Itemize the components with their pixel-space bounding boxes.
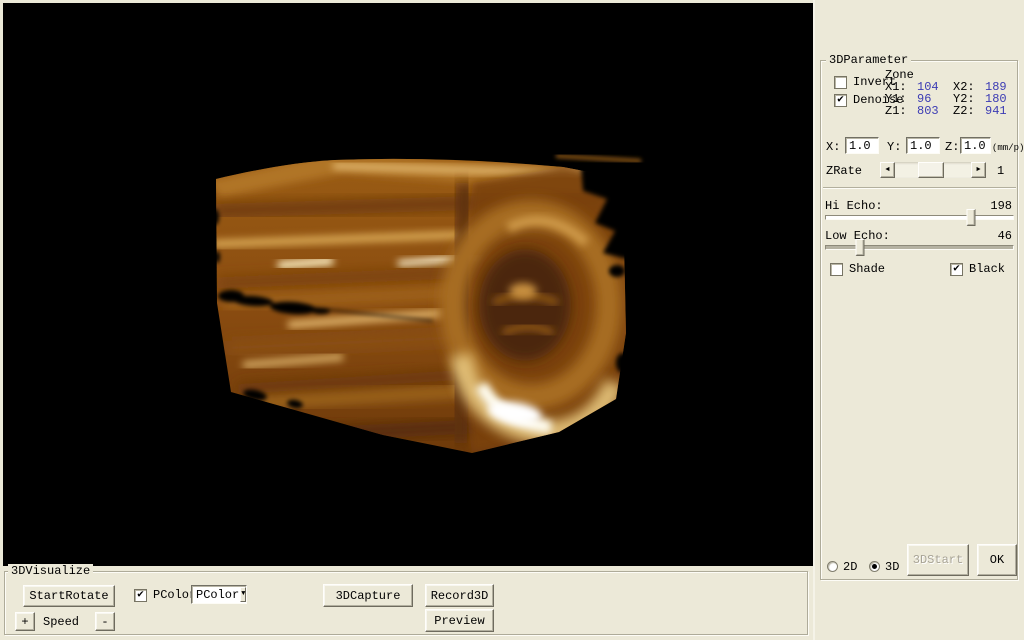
scroll-left-arrow-icon[interactable]: ◄ — [880, 162, 895, 178]
volume-render — [3, 3, 813, 566]
3dstart-button[interactable]: 3DStart — [907, 544, 969, 576]
y-scale-label: Y: — [887, 140, 901, 154]
zrate-value: 1 — [997, 164, 1004, 178]
parameter-groupbox-title: 3DParameter — [826, 53, 911, 67]
shade-label: Shade — [849, 262, 885, 276]
3d-viewport[interactable] — [3, 3, 813, 566]
low-echo-slider-thumb[interactable] — [855, 239, 864, 256]
divider — [823, 187, 1016, 189]
start-rotate-button[interactable]: StartRotate — [23, 585, 115, 607]
low-echo-slider[interactable] — [825, 245, 1014, 250]
zrate-label: ZRate — [826, 164, 862, 178]
x-scale-input[interactable] — [845, 137, 879, 154]
z-scale-input[interactable] — [960, 137, 991, 154]
zrate-scrollbar-thumb[interactable] — [918, 162, 944, 178]
parameter-groupbox: 3DParameter Invert ✔ Denoise Zone X1: 10… — [820, 60, 1018, 580]
zone-z2-value: 941 — [985, 104, 1007, 118]
pcolor-select-value: PColor — [192, 588, 239, 602]
mode-3d-radio[interactable] — [869, 561, 880, 572]
zone-z1-label: Z1: — [885, 104, 907, 118]
x-scale-label: X: — [826, 140, 840, 154]
visualize-groupbox-title: 3DVisualize — [8, 564, 93, 578]
scale-unit-label: (mm/p) — [992, 141, 1024, 155]
denoise-checkbox[interactable]: ✔ — [834, 94, 847, 107]
check-icon: ✔ — [135, 590, 146, 601]
speed-label: Speed — [43, 615, 79, 629]
y-scale-input[interactable] — [906, 137, 940, 154]
mode-3d-label: 3D — [885, 560, 899, 574]
shade-checkbox[interactable] — [830, 263, 843, 276]
speed-minus-button[interactable]: - — [95, 612, 115, 631]
low-echo-value: 46 — [998, 229, 1012, 243]
pcolor-checkbox[interactable]: ✔ — [134, 589, 147, 602]
check-icon: ✔ — [951, 264, 962, 275]
app-window: { "glyphs": { "check": "✔", "dropdown": … — [0, 0, 1024, 640]
preview-button[interactable]: Preview — [425, 609, 494, 632]
hi-echo-value: 198 — [990, 199, 1012, 213]
hi-echo-slider[interactable] — [825, 215, 1014, 220]
zrate-scrollbar[interactable]: ◄ ► — [880, 162, 986, 178]
check-icon: ✔ — [835, 95, 846, 106]
parameter-panel: 3DParameter Invert ✔ Denoise Zone X1: 10… — [813, 0, 1024, 640]
mode-2d-label: 2D — [843, 560, 857, 574]
pcolor-select[interactable]: PColor ▼ — [191, 585, 247, 604]
invert-checkbox[interactable] — [834, 76, 847, 89]
hi-echo-slider-thumb[interactable] — [967, 209, 976, 226]
pcolor-label: PColor — [153, 588, 196, 602]
hi-echo-label: Hi Echo: — [825, 199, 883, 213]
black-label: Black — [969, 262, 1005, 276]
zone-z2-label: Z2: — [953, 104, 975, 118]
scroll-right-arrow-icon[interactable]: ► — [971, 162, 986, 178]
mode-2d-radio[interactable] — [827, 561, 838, 572]
visualize-groupbox: 3DVisualize StartRotate + Speed - ✔ PCol… — [4, 571, 808, 635]
zone-z1-value: 803 — [917, 104, 939, 118]
3dcapture-button[interactable]: 3DCapture — [323, 584, 413, 607]
record3d-button[interactable]: Record3D — [425, 584, 494, 607]
dropdown-arrow-icon[interactable]: ▼ — [240, 587, 246, 602]
speed-plus-button[interactable]: + — [15, 612, 35, 631]
z-scale-label: Z: — [945, 140, 959, 154]
black-checkbox[interactable]: ✔ — [950, 263, 963, 276]
visualize-panel: 3DVisualize StartRotate + Speed - ✔ PCol… — [0, 566, 813, 640]
ok-button[interactable]: OK — [977, 544, 1017, 576]
